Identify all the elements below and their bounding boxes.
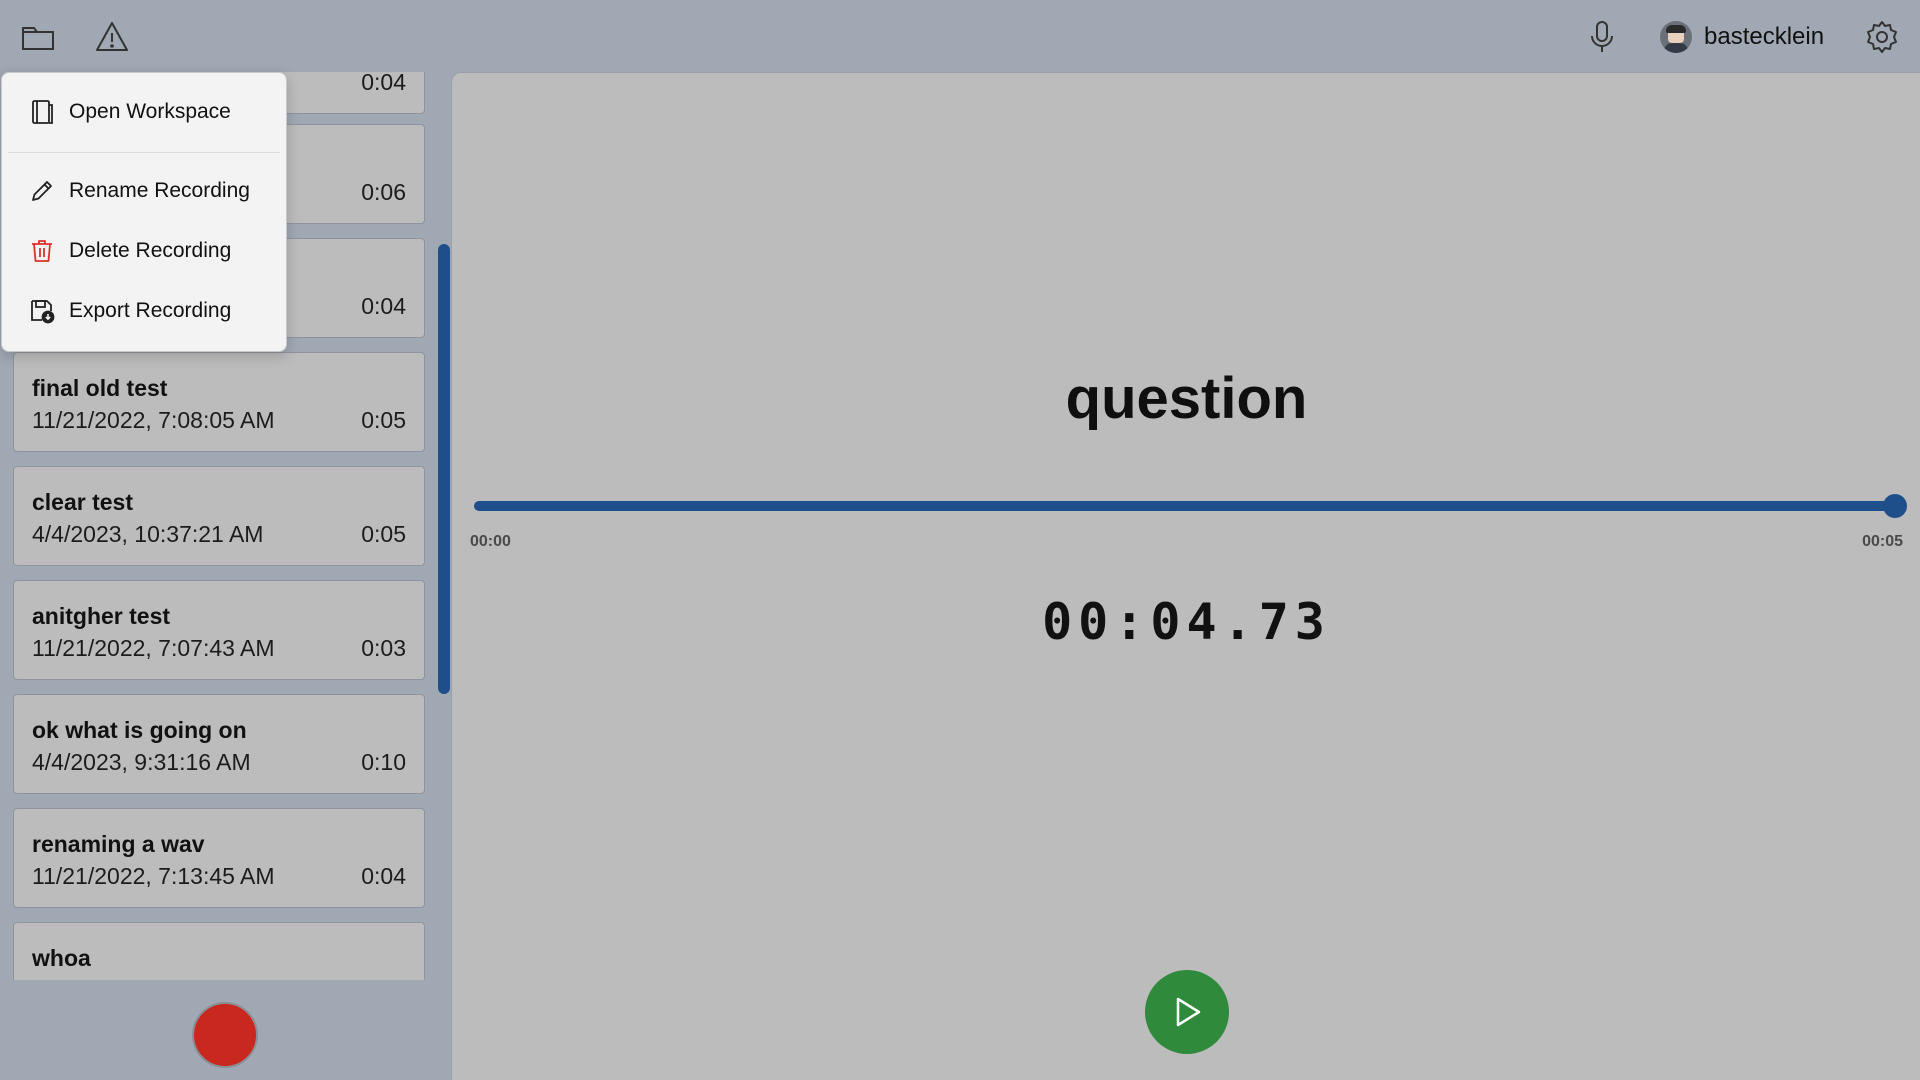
recording-item[interactable]: whoa — [13, 922, 425, 980]
recording-title: question — [1065, 366, 1308, 431]
menu-item-export-recording[interactable]: Export Recording — [8, 287, 280, 335]
menu-item-rename-recording[interactable]: Rename Recording — [8, 167, 280, 215]
recording-name: final old test — [32, 375, 168, 401]
recording-name: whoa — [32, 945, 91, 971]
time-start-label: 00:00 — [470, 533, 511, 550]
recording-item[interactable]: clear test 4/4/2023, 10:37:21 AM 0:05 — [13, 466, 425, 566]
recording-name: renaming a wav — [32, 831, 205, 857]
playback-progress-thumb[interactable] — [1883, 494, 1907, 518]
recording-date: 11/21/2022, 7:08:05 AM — [32, 407, 275, 433]
menu-item-delete-recording[interactable]: Delete Recording — [8, 227, 280, 275]
recording-duration: 0:05 — [361, 407, 406, 433]
recording-item[interactable]: ok what is going on 4/4/2023, 9:31:16 AM… — [13, 694, 425, 794]
top-bar: bastecklein — [0, 0, 1920, 72]
recording-duration: 0:06 — [361, 179, 406, 205]
settings-icon[interactable] — [1861, 16, 1903, 58]
record-controls — [0, 980, 451, 1080]
recording-name: ok what is going on — [32, 717, 247, 743]
recording-context-menu: Open Workspace Rename Recording Delete R… — [1, 72, 287, 352]
menu-item-label: Delete Recording — [69, 239, 232, 262]
recording-duration: 0:04 — [361, 293, 406, 319]
player-panel: question 00:00 00:05 00:04.73 — [451, 72, 1920, 1080]
recording-item[interactable]: renaming a wav 11/21/2022, 7:13:45 AM 0:… — [13, 808, 425, 908]
folder-icon[interactable] — [17, 16, 59, 58]
warning-icon[interactable] — [91, 16, 133, 58]
recording-duration: 0:04 — [361, 72, 406, 95]
play-icon — [1176, 997, 1201, 1027]
playback-timer: 00:04.73 — [1042, 593, 1331, 651]
recording-date: 11/21/2022, 7:07:43 AM — [32, 635, 275, 661]
play-button[interactable] — [1145, 970, 1229, 1054]
recording-name: anitgher test — [32, 603, 171, 629]
time-end-label: 00:05 — [1862, 533, 1903, 550]
user-account[interactable]: bastecklein — [1660, 18, 1824, 56]
recording-duration: 0:04 — [361, 863, 406, 889]
menu-item-open-workspace[interactable]: Open Workspace — [8, 88, 280, 136]
playback-progress-track[interactable] — [474, 501, 1896, 511]
recording-duration: 0:05 — [361, 521, 406, 547]
menu-item-label: Export Recording — [69, 299, 232, 322]
menu-item-label: Rename Recording — [69, 179, 250, 202]
recording-item[interactable]: anitgher test 11/21/2022, 7:07:43 AM 0:0… — [13, 580, 425, 680]
list-scrollbar[interactable] — [438, 244, 450, 694]
pencil-icon — [28, 177, 56, 205]
microphone-icon[interactable] — [1581, 16, 1623, 58]
save-export-icon — [28, 297, 56, 325]
recording-item[interactable]: final old test 11/21/2022, 7:08:05 AM 0:… — [13, 352, 425, 452]
recording-date: 4/4/2023, 9:31:16 AM — [32, 749, 251, 775]
avatar — [1660, 21, 1692, 53]
menu-divider — [8, 152, 280, 153]
recording-duration: 0:03 — [361, 635, 406, 661]
recording-duration: 0:10 — [361, 749, 406, 775]
trash-icon — [28, 237, 56, 265]
open-workspace-icon — [28, 98, 56, 126]
recording-date: 11/21/2022, 7:13:45 AM — [32, 863, 275, 889]
username-label: bastecklein — [1704, 23, 1825, 50]
recording-date: 4/4/2023, 10:37:21 AM — [32, 521, 264, 547]
recording-name: clear test — [32, 489, 134, 515]
record-button[interactable] — [192, 1002, 258, 1068]
menu-item-label: Open Workspace — [69, 100, 231, 123]
